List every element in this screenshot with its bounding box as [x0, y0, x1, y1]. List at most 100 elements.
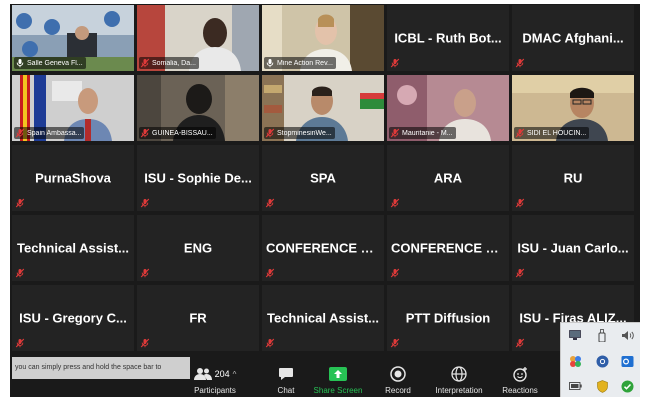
- participant-name-tag: StopminesinWe...: [264, 127, 335, 139]
- mic-muted-icon: [390, 268, 400, 278]
- mic-muted-icon: [15, 338, 25, 348]
- chrome-icon[interactable]: [594, 353, 610, 369]
- participant-tile[interactable]: ISU - Gregory C...: [12, 285, 134, 351]
- participant-tile[interactable]: PurnaShova: [12, 145, 134, 211]
- participant-tile[interactable]: RU: [512, 145, 634, 211]
- participant-tile[interactable]: Salle Geneva Fl...: [12, 5, 134, 71]
- mic-muted-icon: [140, 128, 150, 138]
- participant-name: Technical Assist...: [17, 240, 129, 256]
- participant-tile[interactable]: GUINEA-BISSAU...: [137, 75, 259, 141]
- participant-tile[interactable]: PTT Diffusion: [387, 285, 509, 351]
- share-screen-icon: [329, 367, 347, 381]
- battery-icon[interactable]: [567, 378, 583, 394]
- participant-tile[interactable]: ISU - Sophie De...: [137, 145, 259, 211]
- record-label: Record: [385, 386, 411, 395]
- participant-name: GUINEA-BISSAU...: [152, 129, 213, 137]
- participant-name: PTT Diffusion: [405, 310, 491, 326]
- participant-name: DMAC Afghani...: [522, 30, 624, 46]
- share-screen-label: Share Screen: [313, 386, 363, 395]
- chat-icon: [279, 368, 293, 380]
- participant-tile[interactable]: CONFERENCE R...: [387, 215, 509, 281]
- participant-name-tag: Mine Action Rev...: [264, 57, 336, 69]
- participant-name: ICBL - Ruth Bot...: [394, 30, 502, 46]
- participant-name-tag: SIDI EL HOUCIN...: [514, 127, 590, 139]
- participants-count: 204: [214, 369, 230, 379]
- zoom-meeting-window: Salle Geneva Fl... Somalia, Da... Mine Act…: [10, 4, 640, 397]
- participants-button[interactable]: 204 ^ Participants: [185, 364, 245, 395]
- mic-muted-icon: [390, 338, 400, 348]
- participant-name: ENG: [183, 240, 213, 256]
- participant-tile[interactable]: Mauritanie - M...: [387, 75, 509, 141]
- participant-tile[interactable]: DMAC Afghani...: [512, 5, 634, 71]
- mic-muted-icon: [265, 268, 275, 278]
- mic-muted-icon: [265, 128, 275, 138]
- participant-tile[interactable]: Mine Action Rev...: [262, 5, 384, 71]
- participant-tile[interactable]: Technical Assist...: [262, 285, 384, 351]
- mic-muted-icon: [515, 58, 525, 68]
- participant-name: Technical Assist...: [267, 310, 379, 326]
- participants-icon: [193, 368, 212, 380]
- chevron-up-icon[interactable]: ^: [233, 370, 237, 379]
- mic-muted-icon: [265, 198, 275, 208]
- interpretation-label: Interpretation: [435, 386, 483, 395]
- push-to-talk-tooltip: you can simply press and hold the space …: [12, 357, 190, 379]
- participant-name: ISU - Juan Carlo...: [517, 240, 629, 256]
- chat-button[interactable]: Chat: [256, 364, 316, 395]
- participant-name: Mine Action Rev...: [277, 59, 333, 67]
- participant-tile[interactable]: Somalia, Da...: [137, 5, 259, 71]
- participant-tile[interactable]: ARA: [387, 145, 509, 211]
- participant-gallery: Salle Geneva Fl... Somalia, Da... Mine Act…: [12, 5, 638, 355]
- shield-icon[interactable]: [594, 378, 610, 394]
- reactions-label: Reactions: [502, 386, 538, 395]
- meeting-toolbar: you can simply press and hold the space …: [10, 355, 640, 397]
- reactions-button[interactable]: Reactions: [490, 364, 550, 395]
- usb-drive-icon[interactable]: [594, 327, 610, 343]
- globe-icon: [451, 366, 467, 382]
- participant-tile[interactable]: SIDI EL HOUCIN...: [512, 75, 634, 141]
- participant-tile[interactable]: ENG: [137, 215, 259, 281]
- outlook-icon[interactable]: [619, 353, 635, 369]
- record-button[interactable]: Record: [368, 364, 428, 395]
- mic-muted-icon: [140, 268, 150, 278]
- share-screen-button[interactable]: Share Screen: [308, 364, 368, 395]
- participant-name-tag: Mauritanie - M...: [389, 127, 456, 139]
- participant-name-tag: Somalia, Da...: [139, 57, 199, 69]
- participant-name: ARA: [433, 170, 463, 186]
- mic-icon: [16, 59, 24, 68]
- mic-muted-icon: [390, 128, 400, 138]
- participant-name: SPA: [310, 170, 336, 186]
- participant-name-tag: Spain Ambassa...: [14, 127, 85, 139]
- participant-tile[interactable]: Technical Assist...: [12, 215, 134, 281]
- mic-muted-icon: [515, 338, 525, 348]
- participant-tile[interactable]: ICBL - Ruth Bot...: [387, 5, 509, 71]
- mic-muted-icon: [515, 198, 525, 208]
- participant-name: SIDI EL HOUCIN...: [527, 129, 587, 137]
- mic-muted-icon: [265, 338, 275, 348]
- monitor-icon[interactable]: [567, 327, 583, 343]
- participant-name: ISU - Gregory C...: [19, 310, 127, 326]
- record-icon: [390, 366, 406, 382]
- participant-tile[interactable]: StopminesinWe...: [262, 75, 384, 141]
- participant-tile[interactable]: Spain Ambassa...: [12, 75, 134, 141]
- participant-name: RU: [563, 170, 583, 186]
- participant-name: ISU - Sophie De...: [144, 170, 252, 186]
- reactions-icon: [513, 367, 527, 382]
- participant-name: Spain Ambassa...: [27, 129, 82, 137]
- participant-tile[interactable]: SPA: [262, 145, 384, 211]
- mic-muted-icon: [515, 268, 525, 278]
- mic-muted-icon: [515, 128, 525, 138]
- interpretation-button[interactable]: Interpretation: [428, 364, 490, 395]
- system-tray-overflow: [560, 322, 640, 397]
- check-icon[interactable]: [619, 378, 635, 394]
- zoom-app-icon[interactable]: [567, 353, 583, 369]
- mic-muted-icon: [140, 338, 150, 348]
- participant-name: CONFERENCE R...: [391, 240, 506, 256]
- speaker-icon[interactable]: [619, 327, 635, 343]
- participant-tile[interactable]: FR: [137, 285, 259, 351]
- participants-label: Participants: [194, 386, 236, 395]
- mic-muted-icon: [390, 58, 400, 68]
- participant-name: PurnaShova: [35, 170, 111, 186]
- chat-label: Chat: [277, 386, 295, 395]
- participant-tile[interactable]: ISU - Juan Carlo...: [512, 215, 634, 281]
- participant-tile[interactable]: CONFERENCE R...: [262, 215, 384, 281]
